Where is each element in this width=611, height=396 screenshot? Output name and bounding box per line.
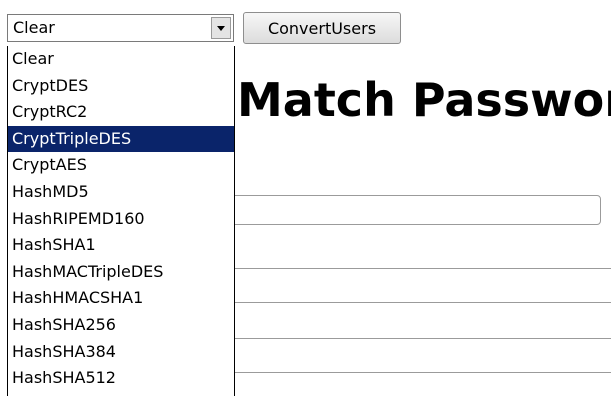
- convert-users-button[interactable]: ConvertUsers: [243, 12, 401, 44]
- dropdown-option[interactable]: CryptAES: [8, 152, 234, 179]
- dropdown-option[interactable]: CryptDES: [8, 73, 234, 100]
- dropdown-option[interactable]: HashSHA256: [8, 312, 234, 339]
- algorithm-select[interactable]: Clear: [7, 14, 234, 42]
- algorithm-select-value: Clear: [13, 18, 55, 37]
- dropdown-option[interactable]: HashHMACSHA1: [8, 285, 234, 312]
- dropdown-option[interactable]: HashMACTripleDES: [8, 259, 234, 286]
- dropdown-option[interactable]: HashRIPEMD160: [8, 206, 234, 233]
- dropdown-option[interactable]: HashSHA384: [8, 339, 234, 366]
- dropdown-option[interactable]: HashSHA1: [8, 232, 234, 259]
- dropdown-option[interactable]: HashMD5: [8, 179, 234, 206]
- dropdown-option[interactable]: CryptRC2: [8, 99, 234, 126]
- chevron-down-icon[interactable]: [211, 17, 231, 39]
- dropdown-option[interactable]: CryptTripleDES: [8, 125, 234, 153]
- page-title: Match Passwor: [237, 73, 611, 127]
- dropdown-option[interactable]: HashSHA512: [8, 365, 234, 392]
- dropdown-option[interactable]: Clear: [8, 46, 234, 73]
- algorithm-dropdown-list[interactable]: Clear CryptDES CryptRC2 CryptTripleDES Crypt…: [7, 46, 235, 396]
